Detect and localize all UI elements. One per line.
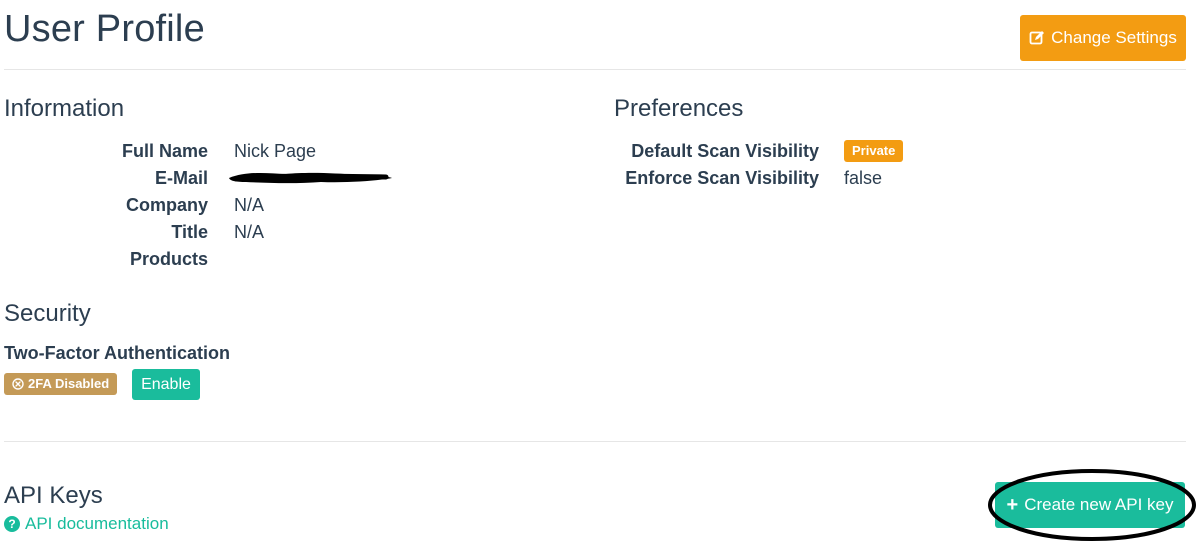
edit-icon (1029, 31, 1045, 45)
preferences-heading: Preferences (614, 95, 744, 122)
enforce-scan-visibility-label: Enforce Scan Visibility (625, 168, 819, 188)
enforce-scan-visibility-value: false (844, 168, 883, 188)
email-label: E-Mail (154, 168, 208, 188)
title-value: N/A (234, 222, 265, 242)
full-name-value: Nick Page (234, 141, 317, 161)
section-divider (4, 441, 1186, 442)
tfa-label: Two-Factor Authentication (4, 343, 230, 363)
company-value: N/A (234, 195, 265, 215)
company-label: Company (125, 195, 208, 215)
visibility-badge: Private (844, 140, 904, 162)
information-heading: Information (4, 95, 125, 122)
security-heading: Security (4, 300, 91, 327)
top-divider (4, 69, 1186, 70)
enable-2fa-button[interactable]: Enable (132, 369, 200, 400)
change-settings-button[interactable]: Change Settings (1020, 15, 1186, 61)
plus-icon: + (1006, 494, 1019, 516)
api-documentation-link[interactable]: ? API documentation (4, 514, 169, 534)
circle-x-icon (12, 378, 24, 390)
api-keys-heading: API Keys (4, 482, 103, 509)
tfa-status-text: 2FA Disabled (28, 376, 110, 391)
api-documentation-label: API documentation (25, 514, 169, 533)
products-label: Products (129, 249, 208, 269)
create-api-key-label: Create new API key (1024, 495, 1174, 514)
title-label: Title (171, 222, 208, 242)
change-settings-label: Change Settings (1051, 28, 1177, 47)
question-circle-icon: ? (4, 516, 20, 532)
tfa-status-badge: 2FA Disabled (4, 373, 118, 395)
page-title: User Profile (4, 8, 205, 50)
default-scan-visibility-label: Default Scan Visibility (631, 141, 819, 161)
email-redaction (229, 172, 392, 184)
create-api-key-button[interactable]: + Create new API key (995, 482, 1185, 528)
full-name-label: Full Name (121, 141, 208, 161)
